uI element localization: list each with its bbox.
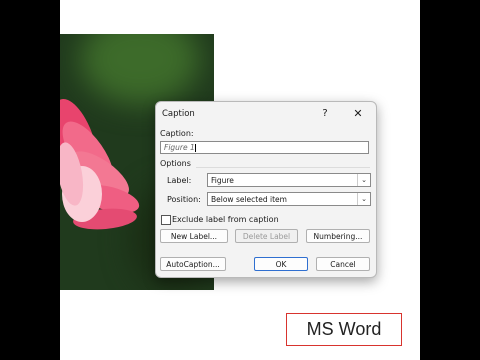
exclude-label-text[interactable]: Exclude label from caption xyxy=(172,215,279,224)
position-dropdown[interactable]: Below selected item ⌄ xyxy=(207,192,371,206)
caption-dialog: Caption ? ✕ Caption: Figure 1 Options La… xyxy=(155,101,377,278)
chevron-down-icon: ⌄ xyxy=(357,193,370,205)
numbering-button[interactable]: Numbering... xyxy=(306,229,370,243)
autocaption-button[interactable]: AutoCaption... xyxy=(160,257,226,271)
options-divider xyxy=(196,167,370,168)
exclude-label-checkbox[interactable] xyxy=(161,215,171,225)
new-label-button[interactable]: New Label... xyxy=(160,229,228,243)
label-label: Label: xyxy=(167,176,192,185)
position-label: Position: xyxy=(167,195,201,204)
ms-word-badge: MS Word xyxy=(286,313,402,346)
delete-label-button[interactable]: Delete Label xyxy=(235,229,298,243)
dialog-title: Caption xyxy=(162,109,195,119)
position-dropdown-value: Below selected item xyxy=(211,195,287,204)
label-dropdown-value: Figure xyxy=(211,176,234,185)
caption-value: Figure 1 xyxy=(164,143,195,152)
close-button[interactable]: ✕ xyxy=(347,105,369,121)
dialog-titlebar[interactable]: Caption ? ✕ xyxy=(156,102,376,124)
cancel-button[interactable]: Cancel xyxy=(316,257,370,271)
help-button[interactable]: ? xyxy=(314,105,336,121)
ok-button[interactable]: OK xyxy=(254,257,308,271)
close-icon: ✕ xyxy=(353,106,363,120)
caption-input[interactable]: Figure 1 xyxy=(160,141,369,154)
chevron-down-icon: ⌄ xyxy=(357,174,370,186)
text-caret xyxy=(194,144,196,152)
label-dropdown[interactable]: Figure ⌄ xyxy=(207,173,371,187)
options-header: Options xyxy=(160,159,191,168)
caption-label: Caption: xyxy=(160,129,194,138)
help-icon: ? xyxy=(322,107,328,119)
